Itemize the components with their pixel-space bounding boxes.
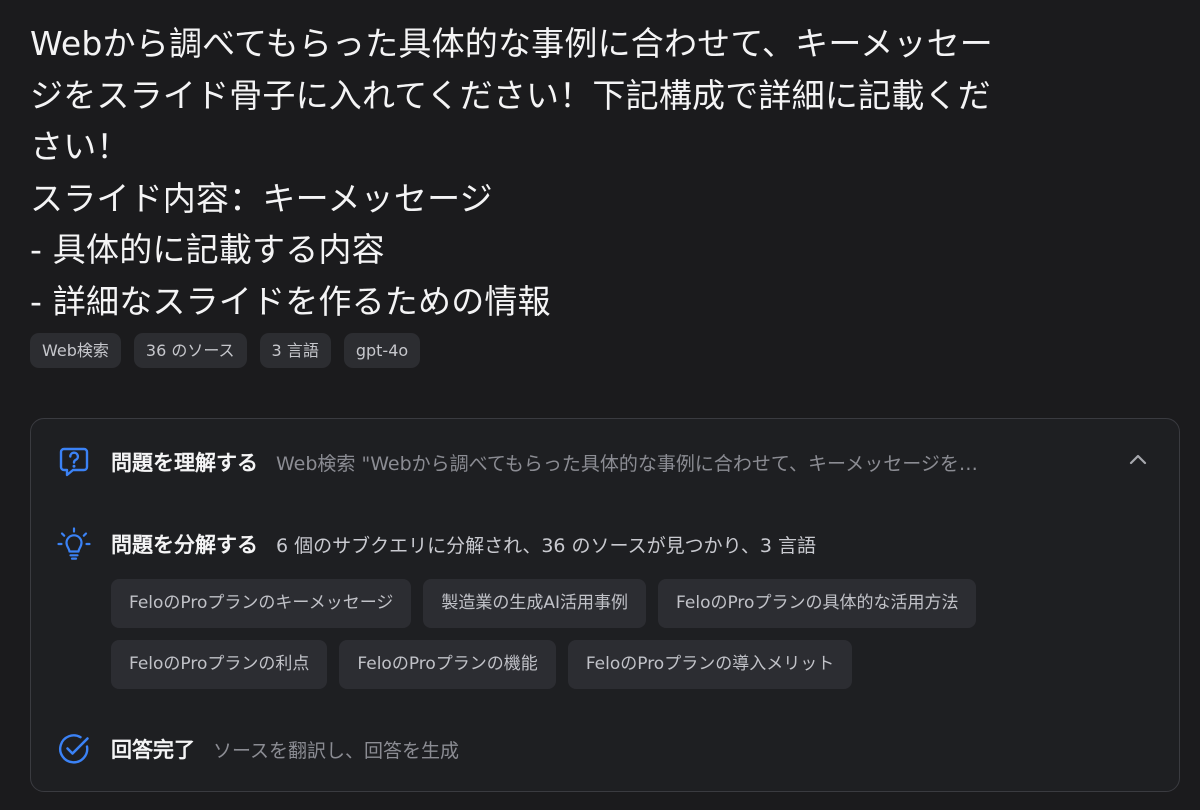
sources-count-tag[interactable]: 36 のソース [133, 333, 247, 368]
step-description: Web検索 "Webから調べてもらった具体的な事例に合わせて、キーメッセージを… [276, 452, 978, 475]
question-bubble-icon [57, 445, 91, 479]
subquery-chip[interactable]: FeloのProプランのキーメッセージ [111, 579, 412, 628]
query-line: ジをスライド骨子に入れてください！下記構成で詳細に記載くだ [30, 75, 991, 115]
query-line: - 詳細なスライドを作るための情報 [30, 281, 551, 321]
query-line: さい！ [30, 127, 130, 166]
languages-tag[interactable]: 3 言語 [259, 333, 331, 368]
answer-page: Webから調べてもらった具体的な事例に合わせて、キーメッセー ジをスライド骨子に… [0, 0, 1200, 810]
step-title: 回答完了 [111, 738, 195, 762]
user-query: Webから調べてもらった具体的な事例に合わせて、キーメッセー ジをスライド骨子に… [30, 18, 1140, 327]
subquery-chip[interactable]: FeloのProプランの利点 [111, 640, 328, 689]
process-panel: 問題を理解する Web検索 "Webから調べてもらった具体的な事例に合わせて、キ… [30, 418, 1180, 792]
step-title: 問題を分解する [111, 533, 258, 557]
step-understand[interactable]: 問題を理解する Web検索 "Webから調べてもらった具体的な事例に合わせて、キ… [57, 445, 1066, 479]
step-complete: 回答完了 ソースを翻訳し、回答を生成 [57, 732, 459, 766]
model-tag[interactable]: gpt-4o [343, 333, 421, 368]
subquery-list: FeloのProプランのキーメッセージ 製造業の生成AI活用事例 FeloのPr… [111, 579, 1071, 689]
query-line: Webから調べてもらった具体的な事例に合わせて、キーメッセー [30, 24, 994, 63]
subquery-chip[interactable]: FeloのProプランの具体的な活用方法 [658, 579, 977, 628]
step-title: 問題を理解する [111, 451, 258, 475]
subquery-chip[interactable]: 製造業の生成AI活用事例 [423, 579, 647, 628]
subquery-chip[interactable]: FeloのProプランの機能 [339, 640, 556, 689]
query-line: - 具体的に記載する内容 [30, 230, 385, 269]
step-description: 6 個のサブクエリに分解され、36 のソースが見つかり、3 言語 [276, 534, 816, 557]
subquery-chip[interactable]: FeloのProプランの導入メリット [567, 640, 853, 689]
web-search-tag[interactable]: Web検索 [30, 333, 121, 368]
step-decompose: 問題を分解する 6 個のサブクエリに分解され、36 のソースが見つかり、3 言語 [57, 527, 816, 561]
step-description: ソースを翻訳し、回答を生成 [213, 739, 460, 762]
query-line: スライド内容：キーメッセージ [30, 178, 493, 218]
chevron-up-icon[interactable] [1127, 449, 1149, 471]
meta-tags: Web検索 36 のソース 3 言語 gpt-4o [30, 333, 421, 368]
check-circle-icon [57, 732, 91, 766]
lightbulb-icon [57, 527, 91, 561]
